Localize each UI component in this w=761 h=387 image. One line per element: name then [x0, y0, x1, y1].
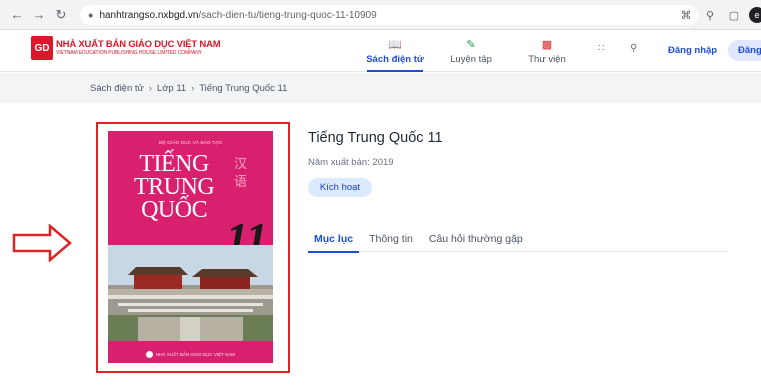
nav-practice[interactable]: ✎ Luyện tập [433, 30, 509, 72]
tab-faq[interactable]: Câu hỏi thường gặp [423, 226, 529, 252]
library-icon: ▩ [541, 38, 553, 51]
book-open-icon: 📖 [388, 38, 402, 51]
tab-table-of-contents[interactable]: Mục lục [308, 226, 360, 253]
cover-chinese-chars: 汉 语 [234, 155, 250, 191]
search-icon[interactable]: ⚲ [630, 43, 637, 54]
back-icon[interactable]: ← [8, 6, 26, 24]
breadcrumb-grade[interactable]: Lớp 11 [157, 83, 186, 94]
pencil-icon: ✎ [466, 38, 476, 51]
nav-library-label: Thư viện [528, 53, 566, 65]
cover-char: 汉 [234, 156, 248, 171]
cover-publisher-footer: NHÀ XUẤT BẢN GIÁO DỤC VIỆT NAM [108, 351, 273, 358]
url-path: /sach-dien-tu/tieng-trung-quoc-11-10909 [198, 9, 377, 21]
signup-button[interactable]: Đăng ký [728, 40, 761, 61]
browser-toolbar: ← → ↻ ● hanhtrangso.nxbgd.vn/sach-dien-t… [0, 0, 761, 30]
breadcrumb-current: Tiếng Trung Quốc 11 [199, 82, 288, 94]
apps-grid-icon[interactable]: ∷ [598, 43, 604, 54]
cover-title-line: QUỐC [141, 197, 208, 223]
main-nav: 📖 Sách điện tử ✎ Luyện tập ▩ Thư viện [357, 30, 585, 72]
book-cover[interactable]: BỘ GIÁO DỤC VÀ ĐÀO TẠO TIẾNG TRUNG QUỐC … [108, 131, 273, 363]
publication-year: Năm xuất bản: 2019 [308, 157, 394, 168]
nav-ebooks-label: Sách điện tử [366, 53, 424, 65]
book-tabs: Mục lục Thông tin Câu hỏi thường gặp [308, 226, 728, 253]
activate-button[interactable]: Kích hoạt [308, 178, 372, 197]
book-title: Tiếng Trung Quốc 11 [308, 130, 443, 146]
forward-icon[interactable]: → [30, 6, 48, 24]
site-info-icon[interactable]: ● [88, 10, 93, 20]
logo-subtitle: VIETNAM EDUCATION PUBLISHING HOUSE LIMIT… [56, 50, 202, 56]
tab-information[interactable]: Thông tin [363, 226, 419, 252]
cover-ministry-text: BỘ GIÁO DỤC VÀ ĐÀO TẠO [158, 140, 223, 145]
nav-practice-label: Luyện tập [450, 53, 492, 65]
logo-mark: GD [31, 36, 53, 60]
profile-avatar[interactable]: e [749, 7, 761, 23]
cover-publisher-name: NHÀ XUẤT BẢN GIÁO DỤC VIỆT NAM [155, 352, 236, 357]
chevron-right-icon: › [148, 83, 152, 93]
nav-ebooks[interactable]: 📖 Sách điện tử [357, 30, 433, 72]
cover-title-line: TIẾNG [139, 151, 209, 177]
publisher-logo-icon [145, 351, 153, 358]
login-link[interactable]: Đăng nhập [668, 45, 717, 56]
cover-title: TIẾNG TRUNG QUỐC [134, 151, 215, 223]
address-bar[interactable]: ● hanhtrangso.nxbgd.vn/sach-dien-tu/tien… [80, 5, 698, 25]
nav-library[interactable]: ▩ Thư viện [509, 30, 585, 72]
logo-title: NHÀ XUẤT BẢN GIÁO DỤC VIỆT NAM [56, 39, 221, 50]
breadcrumb: Sách điện tử › Lớp 11 › Tiếng Trung Quốc… [0, 73, 761, 103]
cover-char: 语 [234, 174, 248, 189]
publisher-logo[interactable]: GD NHÀ XUẤT BẢN GIÁO DỤC VIỆT NAM VIETNA… [31, 36, 221, 60]
cover-palace-photo [108, 245, 273, 341]
site-header: GD NHÀ XUẤT BẢN GIÁO DỤC VIỆT NAM VIETNA… [0, 30, 761, 72]
url-domain: hanhtrangso.nxbgd.vn [99, 9, 199, 21]
reload-icon[interactable]: ↻ [52, 6, 70, 24]
side-panel-icon[interactable]: ▢ [725, 6, 743, 24]
arrow-right-icon [12, 224, 72, 262]
breadcrumb-ebooks[interactable]: Sách điện tử [90, 83, 144, 94]
install-app-icon[interactable]: ⌘ [677, 6, 695, 24]
zoom-icon[interactable]: ⚲ [701, 6, 719, 24]
cover-title-line: TRUNG [134, 174, 215, 200]
chevron-right-icon: › [191, 83, 195, 93]
